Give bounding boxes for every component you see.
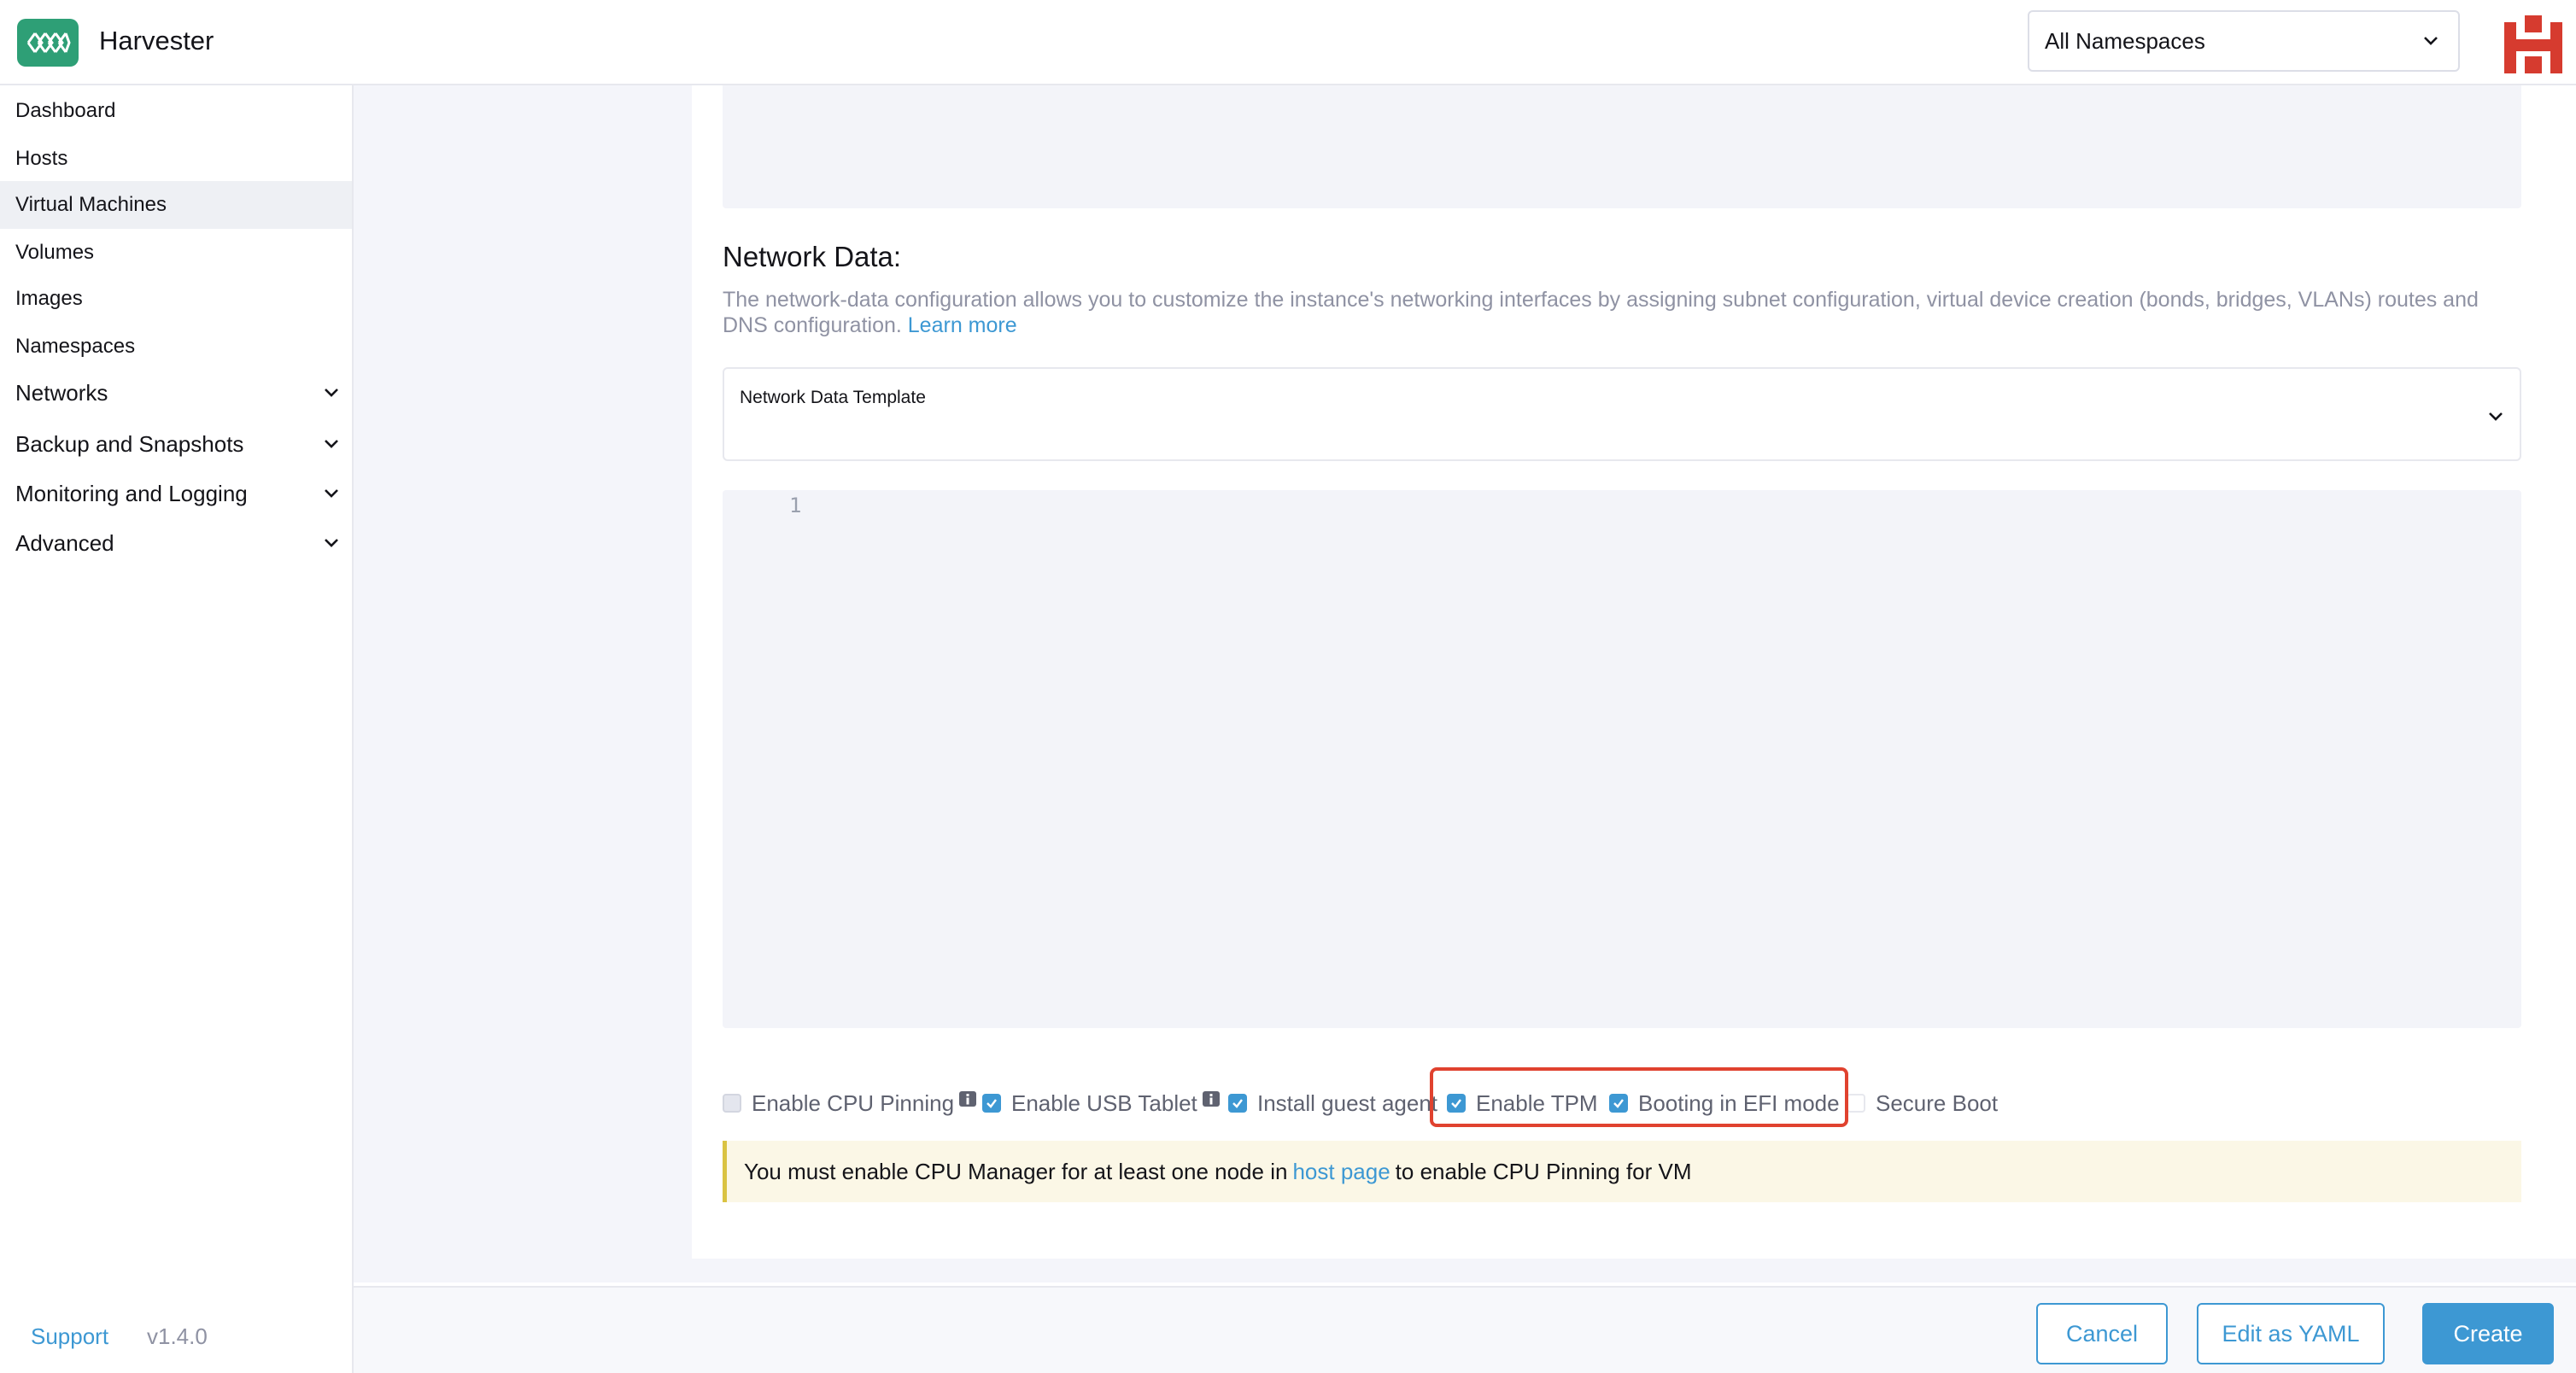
checkbox-box: [1847, 1094, 1865, 1113]
harvester-logo-icon[interactable]: [17, 19, 79, 67]
namespace-select[interactable]: All Namespaces: [2028, 10, 2460, 72]
sidebar-item-namespaces[interactable]: Namespaces: [0, 323, 352, 371]
check-icon: [1232, 1099, 1243, 1108]
namespace-select-value: All Namespaces: [2045, 27, 2205, 54]
banner-text-suffix: to enable CPU Pinning for VM: [1395, 1158, 1692, 1184]
cpu-manager-warning-banner: You must enable CPU Manager for at least…: [723, 1141, 2521, 1202]
banner-text-prefix: You must enable CPU Manager for at least…: [744, 1158, 1288, 1184]
checkbox-box: [1228, 1094, 1247, 1113]
highlight-box: [1430, 1067, 1848, 1127]
sidebar-group-advanced[interactable]: Advanced: [0, 519, 352, 567]
enable-usb-tablet-label: Enable USB Tablet: [1011, 1090, 1197, 1116]
user-data-editor[interactable]: [723, 85, 2521, 208]
info-icon[interactable]: [957, 1090, 978, 1110]
enable-cpu-pinning-label: Enable CPU Pinning: [752, 1090, 955, 1116]
chevron-down-icon: [2424, 37, 2438, 45]
sidebar-group-networks[interactable]: Networks: [0, 369, 352, 417]
sidebar-item-label: Backup and Snapshots: [15, 430, 244, 457]
sidebar-item-volumes[interactable]: Volumes: [0, 229, 352, 277]
sidebar-item-label: Networks: [15, 379, 108, 406]
secure-boot-label: Secure Boot: [1876, 1090, 1999, 1116]
create-button[interactable]: Create: [2422, 1303, 2554, 1364]
chevron-down-icon: [325, 389, 338, 397]
sidebar-item-label: Dashboard: [15, 99, 116, 122]
secure-boot-checkbox[interactable]: Secure Boot: [1847, 1090, 1999, 1116]
edit-as-yaml-button[interactable]: Edit as YAML: [2197, 1303, 2385, 1364]
chevron-down-icon: [2489, 412, 2503, 421]
sidebar-item-label: Hosts: [15, 147, 68, 170]
sidebar-item-label: Images: [15, 287, 83, 310]
sidebar-item-label: Namespaces: [15, 335, 136, 358]
network-data-editor[interactable]: 1: [723, 490, 2521, 1028]
info-icon[interactable]: [1201, 1090, 1221, 1110]
checkbox-box: [982, 1094, 1001, 1113]
network-data-description: The network-data configuration allows yo…: [723, 287, 2525, 338]
sidebar-item-virtual-machines[interactable]: Virtual Machines: [0, 181, 352, 229]
version-label: v1.4.0: [147, 1323, 208, 1349]
user-avatar[interactable]: [2504, 15, 2562, 73]
check-icon: [986, 1099, 997, 1108]
sidebar-item-hosts[interactable]: Hosts: [0, 135, 352, 183]
support-link[interactable]: Support: [31, 1323, 108, 1350]
chevron-down-icon: [325, 440, 338, 448]
top-header: Harvester All Namespaces: [0, 0, 2576, 85]
sidebar: Dashboard Hosts Virtual Machines Volumes…: [0, 85, 354, 1373]
enable-usb-tablet-checkbox[interactable]: Enable USB Tablet: [982, 1090, 1221, 1116]
network-data-template-select[interactable]: Network Data Template: [723, 367, 2521, 461]
install-guest-agent-checkbox[interactable]: Install guest agent: [1228, 1090, 1438, 1116]
install-guest-agent-label: Install guest agent: [1257, 1090, 1438, 1116]
sidebar-group-backup-and-snapshots[interactable]: Backup and Snapshots: [0, 420, 352, 468]
host-page-link[interactable]: host page: [1292, 1159, 1390, 1185]
chevron-down-icon: [325, 489, 338, 498]
chevron-down-icon: [325, 539, 338, 547]
sidebar-item-label: Advanced: [15, 529, 114, 556]
learn-more-link[interactable]: Learn more: [908, 313, 1017, 337]
sidebar-item-label: Volumes: [15, 241, 95, 264]
enable-cpu-pinning-checkbox[interactable]: Enable CPU Pinning: [723, 1090, 978, 1116]
cancel-button[interactable]: Cancel: [2036, 1303, 2168, 1364]
sidebar-item-images[interactable]: Images: [0, 275, 352, 323]
sidebar-item-label: Monitoring and Logging: [15, 480, 248, 506]
line-number: 1: [789, 494, 802, 517]
app-title: Harvester: [99, 26, 214, 56]
checkbox-box: [723, 1094, 741, 1113]
sidebar-item-label: Virtual Machines: [15, 193, 167, 216]
network-data-title: Network Data:: [723, 241, 902, 272]
sidebar-item-dashboard[interactable]: Dashboard: [0, 87, 352, 135]
network-data-template-label: Network Data Template: [740, 388, 926, 407]
sidebar-group-monitoring-and-logging[interactable]: Monitoring and Logging: [0, 470, 352, 517]
